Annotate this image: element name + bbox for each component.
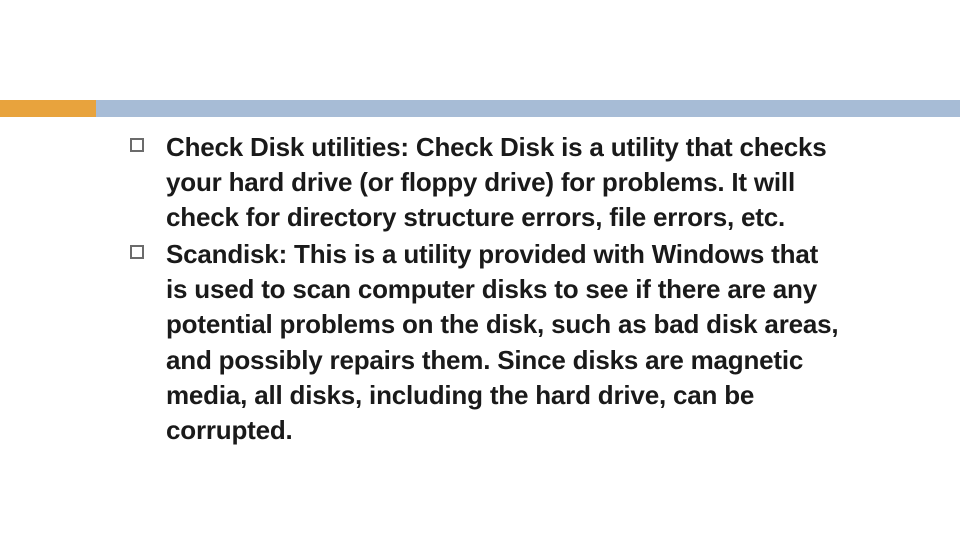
square-bullet-icon <box>130 245 144 259</box>
slide: Check Disk utilities: Check Disk is a ut… <box>0 0 960 540</box>
list-item: Check Disk utilities: Check Disk is a ut… <box>130 130 840 235</box>
list-item: Scandisk: This is a utility provided wit… <box>130 237 840 448</box>
square-bullet-icon <box>130 138 144 152</box>
bullet-text: Check Disk utilities: Check Disk is a ut… <box>166 130 840 235</box>
bullet-text: Scandisk: This is a utility provided wit… <box>166 237 840 448</box>
header-accent-block <box>0 100 96 117</box>
content-area: Check Disk utilities: Check Disk is a ut… <box>130 130 840 450</box>
header-bar <box>0 100 960 117</box>
header-rule-bar <box>96 100 960 117</box>
